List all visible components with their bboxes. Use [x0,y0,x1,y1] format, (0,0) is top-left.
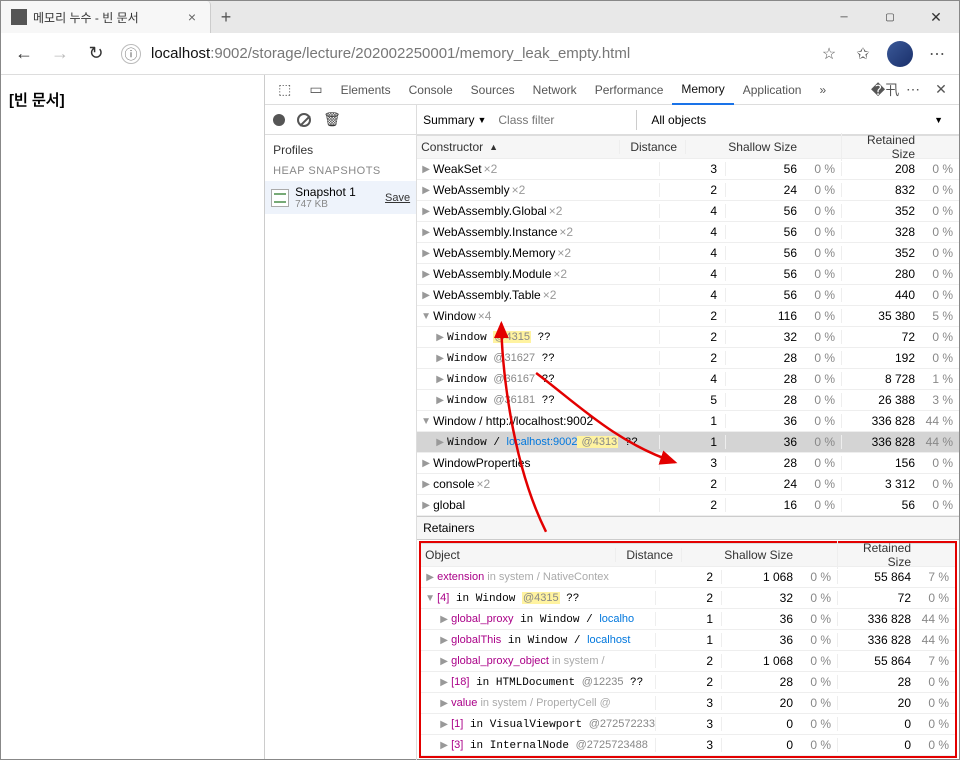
table-row[interactable]: ▶Window @36181 ??5280 %26 3883 % [417,390,959,411]
site-info-icon[interactable]: ⓘ [121,44,141,64]
table-row[interactable]: ▶global2160 %560 % [417,495,959,516]
favorites-icon[interactable]: ✩ [847,44,879,64]
devtools-tabs: ⬚ ▭ Elements Console Sources Network Per… [265,75,959,105]
class-filter-input[interactable] [492,110,622,130]
tab-performance[interactable]: Performance [586,75,673,105]
device-icon[interactable]: ▭ [300,75,331,105]
snapshot-name: Snapshot 1 [295,185,379,199]
table-row[interactable]: ▶Window / localhost:9002 @4313 ??1360 %3… [417,432,959,453]
devtools-more-icon[interactable]: ⋯ [901,75,925,105]
objects-dropdown[interactable]: All objects [651,113,706,127]
table-row[interactable]: ▶WebAssembly ×22240 %8320 % [417,180,959,201]
table-row[interactable]: ▶WebAssembly.Global ×24560 %3520 % [417,201,959,222]
retainers-title: Retainers [417,516,959,540]
table-row[interactable]: ▶WebAssembly.Module ×24560 %2800 % [417,264,959,285]
table-row[interactable]: ▶[18] in HTMLDocument @12235 ??2280 %280… [421,672,955,693]
close-button[interactable]: ✕ [913,1,959,33]
devtools: ⬚ ▭ Elements Console Sources Network Per… [264,75,959,759]
retainers-panel: Object Distance Shallow Size Retained Si… [419,541,957,758]
back-button[interactable]: ← [7,37,41,71]
tab-network[interactable]: Network [524,75,586,105]
table-row[interactable]: ▼[4] in Window @4315 ??2320 %720 % [421,588,955,609]
star-icon[interactable]: ☆ [813,44,845,64]
tabs-overflow-icon[interactable]: » [810,75,835,105]
forward-button[interactable]: → [43,37,77,71]
record-icon[interactable] [273,114,285,126]
window-controls: ─ ▢ ✕ [821,1,959,33]
table-row[interactable]: ▶Window @36167 ??4280 %8 7281 % [417,369,959,390]
filter-bar: Summary▼ All objects ▼ [417,105,959,135]
maximize-button[interactable]: ▢ [867,1,913,33]
constructors-table: Constructor▲ Distance Shallow Size Retai… [417,135,959,516]
new-tab-button[interactable]: + [211,1,241,33]
delete-icon[interactable]: 🗑 [323,111,341,128]
clear-icon[interactable] [297,113,311,127]
right-dropdown-icon[interactable]: ▼ [833,115,953,125]
sort-icon: ▲ [489,142,498,152]
inspect-icon[interactable]: ⬚ [269,75,300,105]
table-row[interactable]: ▶[1] in VisualViewport @272572233300 %00… [421,714,955,735]
snapshot-item[interactable]: Snapshot 1 747 KB Save [265,181,416,214]
tab-sources[interactable]: Sources [462,75,524,105]
heap-snapshots-label: HEAP SNAPSHOTS [265,161,416,181]
tab-title: 메모리 누수 - 빈 문서 [33,9,178,26]
table-row[interactable]: ▶value in system / PropertyCell @3200 %2… [421,693,955,714]
snapshot-size: 747 KB [295,199,379,210]
table-row[interactable]: ▶Window @4315 ??2320 %720 % [417,327,959,348]
table-row[interactable]: ▶globalThis in Window / localhost1360 %3… [421,630,955,651]
browser-tab[interactable]: 메모리 누수 - 빈 문서 × [1,1,211,33]
profiles-panel: 🗑 Profiles HEAP SNAPSHOTS Snapshot 1 747… [265,105,417,760]
minimize-button[interactable]: ─ [821,1,867,33]
address-bar: ← → ↻ ⓘ localhost:9002/storage/lecture/2… [1,33,959,75]
snapshot-icon [271,189,289,207]
table-header[interactable]: Constructor▲ Distance Shallow Size Retai… [417,135,959,159]
retainers-header[interactable]: Object Distance Shallow Size Retained Si… [421,543,955,567]
table-row[interactable]: ▶global_proxy in Window / localho1360 %3… [421,609,955,630]
page-title: [빈 문서] [9,92,65,109]
tab-elements[interactable]: Elements [332,75,400,105]
table-row[interactable]: ▶Window @31627 ??2280 %1920 % [417,348,959,369]
page-content: [빈 문서] [1,75,264,759]
view-dropdown[interactable]: Summary▼ [423,113,486,127]
reload-button[interactable]: ↻ [79,37,113,71]
profiles-label: Profiles [265,135,416,161]
heap-view: Summary▼ All objects ▼ Constructor▲ Dist… [417,105,959,760]
profile-tools: 🗑 [265,105,416,135]
devtools-close-icon[interactable]: ✕ [929,75,953,105]
table-row[interactable]: ▼Window / http://localhost:90021360 %336… [417,411,959,432]
table-row[interactable]: ▶console ×22240 %3 3120 % [417,474,959,495]
tab-memory[interactable]: Memory [672,75,733,105]
favicon [11,9,27,25]
snapshot-save-link[interactable]: Save [385,192,410,204]
profile-avatar[interactable] [887,41,913,67]
table-row[interactable]: ▶WeakSet ×23560 %2080 % [417,159,959,180]
table-row[interactable]: ▶WindowProperties3280 %1560 % [417,453,959,474]
url-field[interactable]: localhost:9002/storage/lecture/202002250… [151,45,811,62]
title-bar: 메모리 누수 - 빈 문서 × + ─ ▢ ✕ [1,1,959,33]
table-row[interactable]: ▶global_proxy_object in system /21 0680 … [421,651,955,672]
table-row[interactable]: ▶WebAssembly.Memory ×24560 %3520 % [417,243,959,264]
table-row[interactable]: ▶WebAssembly.Instance ×24560 %3280 % [417,222,959,243]
settings-more-icon[interactable]: ⋯ [921,44,953,64]
tab-application[interactable]: Application [734,75,811,105]
tab-close-icon[interactable]: × [184,9,200,25]
table-row[interactable]: ▶WebAssembly.Table ×24560 %4400 % [417,285,959,306]
table-row[interactable]: ▶[3] in InternalNode @2725723488300 %00 … [421,735,955,756]
devtools-settings-icon[interactable]: �卂 [873,75,897,105]
tab-console[interactable]: Console [400,75,462,105]
table-row[interactable]: ▼Window ×421160 %35 3805 % [417,306,959,327]
table-row[interactable]: ▶extension in system / NativeContex21 06… [421,567,955,588]
